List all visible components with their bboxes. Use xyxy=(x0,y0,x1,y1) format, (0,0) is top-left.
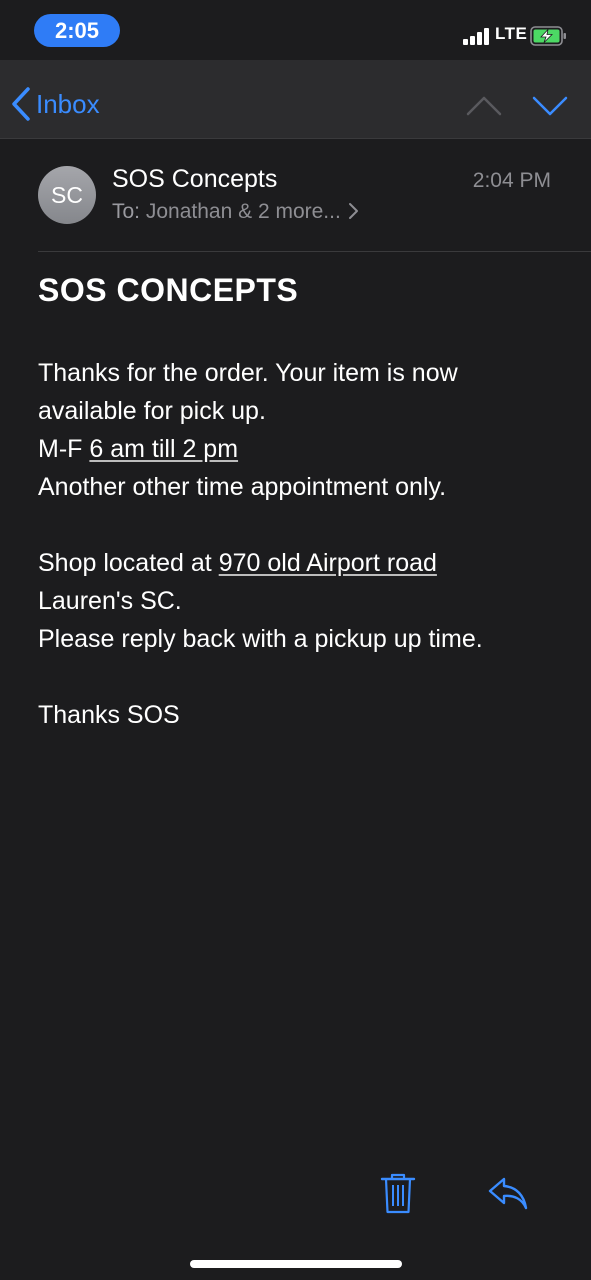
home-indicator[interactable] xyxy=(190,1260,402,1268)
body-line-1: Thanks for the order. Your item is now a… xyxy=(38,359,458,425)
hours-prefix: M-F xyxy=(38,435,90,463)
back-to-inbox-button[interactable]: Inbox xyxy=(10,84,100,124)
cellular-signal-icon xyxy=(463,27,493,45)
sender-name[interactable]: SOS Concepts xyxy=(112,165,277,194)
back-label: Inbox xyxy=(36,88,100,119)
trash-icon[interactable] xyxy=(378,1172,418,1216)
body-line-5: Lauren's SC. xyxy=(38,587,182,615)
body-line-3: Another other time appointment only. xyxy=(38,473,447,501)
battery-charging-icon xyxy=(530,26,566,46)
message-body: SOS CONCEPTS Thanks for the order. Your … xyxy=(38,270,558,734)
to-label: To: xyxy=(112,200,141,223)
body-line-6: Please reply back with a pickup up time. xyxy=(38,625,483,653)
sender-avatar[interactable]: SC xyxy=(38,166,96,224)
status-time: 2:05 xyxy=(34,14,120,47)
signoff: Thanks SOS xyxy=(38,701,180,729)
network-type: LTE xyxy=(495,24,528,43)
address-link[interactable]: 970 old Airport road xyxy=(219,549,437,577)
message-time: 2:04 PM xyxy=(472,169,551,192)
navigation-bar: Inbox xyxy=(0,60,591,139)
status-bar: 2:05 LTE xyxy=(0,0,591,60)
recipients-row[interactable]: To: Jonathan & 2 more... xyxy=(112,200,359,224)
chevron-left-icon xyxy=(12,87,30,121)
body-line-2: M-F 6 am till 2 pm xyxy=(38,430,558,468)
message-header: SC SOS Concepts 2:04 PM To: Jonathan & 2… xyxy=(0,139,591,252)
message-title: SOS CONCEPTS xyxy=(38,272,299,308)
hours-link[interactable]: 6 am till 2 pm xyxy=(89,435,238,463)
chevron-right-icon xyxy=(347,200,359,223)
body-line-4: Shop located at 970 old Airport road xyxy=(38,544,558,582)
header-divider xyxy=(38,251,591,252)
previous-message-chevron-up-icon[interactable] xyxy=(462,86,506,126)
next-message-chevron-down-icon[interactable] xyxy=(528,86,572,126)
address-prefix: Shop located at xyxy=(38,549,219,577)
recipients-list: Jonathan & 2 more... xyxy=(145,200,341,223)
reply-icon[interactable] xyxy=(486,1174,530,1214)
